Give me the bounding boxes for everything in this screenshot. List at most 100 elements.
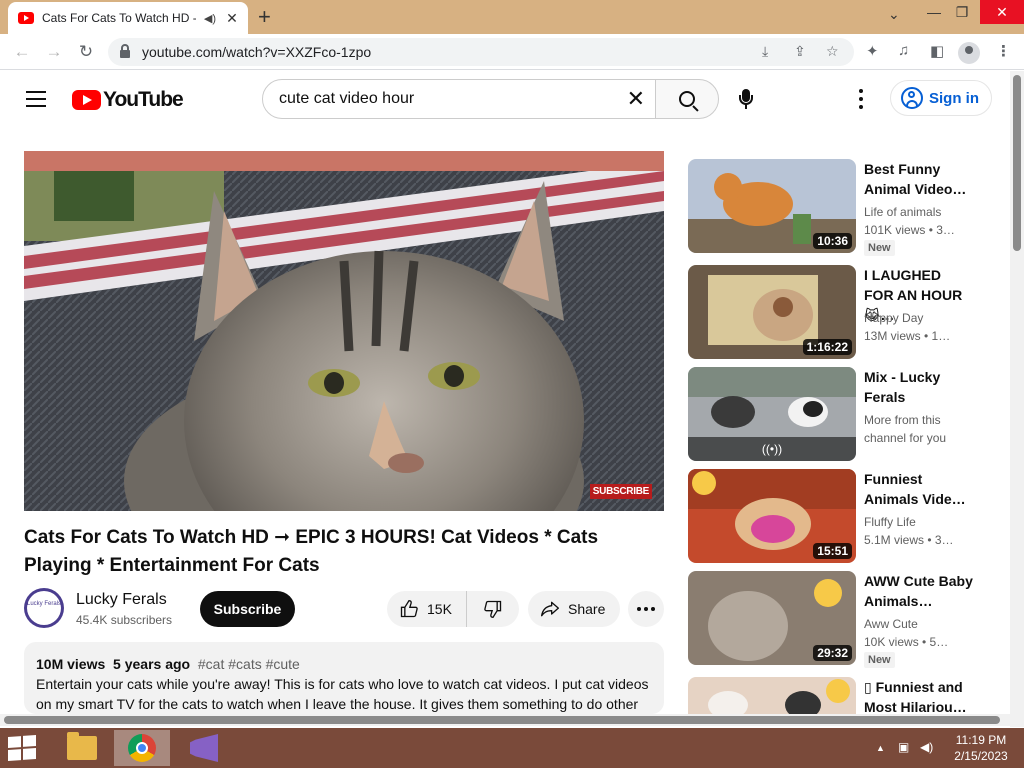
search-button[interactable]: [655, 79, 719, 119]
microphone-icon[interactable]: [738, 89, 754, 111]
volume-icon[interactable]: ◀): [920, 740, 933, 754]
recommendation-mix-item[interactable]: ((•)) Mix - Lucky Ferals More from this …: [688, 367, 988, 461]
subscribe-watermark[interactable]: SUBSCRIBE: [589, 484, 652, 499]
forward-arrow-icon[interactable]: →: [42, 40, 66, 64]
share-page-icon[interactable]: ⇪: [794, 43, 806, 60]
new-tab-button[interactable]: +: [258, 4, 271, 30]
more-actions-button[interactable]: [628, 591, 664, 627]
channel-avatar[interactable]: Lucky Ferals: [24, 588, 64, 628]
browser-titlebar: Cats For Cats To Watch HD - ◀) ✕ + ⌄ — ❐…: [0, 0, 1024, 34]
youtube-favicon-icon: [18, 12, 34, 24]
recommendation-thumbnail[interactable]: 15:51: [688, 469, 856, 563]
youtube-play-logo-icon: [72, 90, 101, 110]
thumbs-up-icon: [400, 599, 418, 618]
recommendation-title[interactable]: ▯ Funniest and Most Hilariou…: [864, 677, 974, 714]
horizontal-scrollbar[interactable]: [0, 714, 1010, 726]
recommendation-title[interactable]: Best Funny Animal Video…: [864, 159, 974, 199]
mix-thumbnail[interactable]: ((•)): [688, 367, 856, 461]
side-panel-icon[interactable]: ◧: [930, 42, 944, 60]
tab-title: Cats For Cats To Watch HD -: [42, 11, 196, 25]
share-label: Share: [568, 601, 606, 617]
hashtags[interactable]: #cat #cats #cute: [198, 656, 300, 672]
restore-button[interactable]: ❐: [944, 0, 980, 24]
media-control-icon[interactable]: ♫: [898, 42, 909, 59]
settings-more-icon[interactable]: [858, 89, 864, 109]
account-circle-icon: [901, 87, 923, 109]
new-badge: New: [864, 652, 895, 668]
file-explorer-taskbar-button[interactable]: [54, 730, 110, 766]
url-text[interactable]: youtube.com/watch?v=XXZFco-1zpo: [142, 44, 371, 60]
like-dislike-group: 15K: [387, 591, 519, 627]
system-clock[interactable]: 11:19 PM 2/15/2023: [946, 732, 1016, 764]
channel-subscribers: 45.4K subscribers: [76, 613, 173, 627]
window-close-button[interactable]: ✕: [980, 0, 1024, 24]
recommendation-views: channel for you: [864, 431, 947, 445]
search-input[interactable]: cute cat video hour ✕: [262, 79, 656, 119]
lock-icon[interactable]: [120, 44, 130, 58]
like-count: 15K: [427, 601, 452, 617]
reload-icon[interactable]: ↻: [74, 40, 98, 64]
speaker-icon[interactable]: ◀): [204, 12, 216, 25]
like-button[interactable]: 15K: [387, 591, 467, 627]
recommendation-channel[interactable]: Life of animals: [864, 203, 941, 221]
recommendation-thumbnail[interactable]: [688, 677, 856, 714]
recommendation-title[interactable]: AWW Cute Baby Animals…: [864, 571, 974, 611]
windows-taskbar: ▲ ▣ ◀) 11:19 PM 2/15/2023: [0, 728, 1024, 768]
video-duration: 10:36: [813, 233, 852, 249]
recommendation-item[interactable]: 10:36 Best Funny Animal Video… Life of a…: [688, 159, 988, 256]
install-icon[interactable]: ⤓: [762, 43, 768, 60]
dislike-button[interactable]: [467, 591, 519, 627]
sign-in-button[interactable]: Sign in: [890, 80, 992, 116]
extensions-icon[interactable]: ✦: [866, 42, 879, 60]
vertical-scrollbar[interactable]: [1010, 71, 1024, 727]
recommendation-channel: More from this: [864, 413, 941, 427]
address-bar[interactable]: youtube.com/watch?v=XXZFco-1zpo ⤓ ⇪ ☆: [108, 38, 854, 66]
recommendation-thumbnail[interactable]: 10:36: [688, 159, 856, 253]
youtube-header: YouTube cute cat video hour ✕ Sign in: [0, 71, 1010, 127]
description-box[interactable]: 10M views 5 years ago #cat #cats #cute E…: [24, 642, 664, 714]
browser-tab-active[interactable]: Cats For Cats To Watch HD - ◀) ✕: [8, 2, 248, 34]
recommendation-thumbnail[interactable]: 1:16:22: [688, 265, 856, 359]
windows-start-icon[interactable]: [8, 735, 36, 761]
recommendation-channel[interactable]: Happy Day: [864, 309, 923, 327]
visual-studio-taskbar-button[interactable]: [176, 730, 232, 766]
description-meta: 10M views 5 years ago #cat #cats #cute: [36, 654, 652, 674]
hamburger-menu-icon[interactable]: [26, 91, 46, 107]
browser-menu-icon[interactable]: ⋮: [996, 42, 1011, 60]
share-button[interactable]: Share: [528, 591, 620, 627]
vertical-scroll-thumb[interactable]: [1013, 75, 1021, 251]
view-count: 10M views: [36, 656, 106, 672]
video-frame-cat: [24, 151, 664, 511]
recommendation-item[interactable]: 15:51 Funniest Animals Vide… Fluffy Life…: [688, 469, 988, 563]
clear-search-icon[interactable]: ✕: [627, 88, 645, 110]
chrome-icon: [128, 734, 156, 762]
recommendation-views: 10K views • 5…: [864, 635, 949, 649]
recommendation-title[interactable]: Mix - Lucky Ferals: [864, 367, 974, 407]
recommendation-item[interactable]: 29:32 AWW Cute Baby Animals… Aww Cute 10…: [688, 571, 988, 668]
tab-close-button[interactable]: ✕: [224, 10, 240, 27]
recommendation-channel[interactable]: Aww Cute: [864, 615, 918, 633]
video-duration: 15:51: [813, 543, 852, 559]
back-arrow-icon[interactable]: ←: [10, 40, 34, 64]
video-player[interactable]: SUBSCRIBE: [24, 151, 664, 511]
network-icon[interactable]: ▣: [898, 740, 909, 754]
recommendation-thumbnail[interactable]: 29:32: [688, 571, 856, 665]
recommendation-channel[interactable]: Fluffy Life: [864, 513, 916, 531]
video-title: Cats For Cats To Watch HD ➞ EPIC 3 HOURS…: [24, 527, 599, 576]
channel-name[interactable]: Lucky Ferals: [76, 591, 167, 609]
recommendation-item[interactable]: 1:16:22 I LAUGHED FOR AN HOUR😹… Happy Da…: [688, 265, 988, 359]
search-query-text[interactable]: cute cat video hour: [279, 90, 655, 108]
recommendation-item[interactable]: ▯ Funniest and Most Hilariou…: [688, 677, 988, 714]
upload-age: 5 years ago: [113, 656, 191, 672]
profile-avatar-icon[interactable]: [958, 42, 980, 64]
recommendation-title[interactable]: Funniest Animals Vide…: [864, 469, 974, 509]
subscribe-button[interactable]: Subscribe: [200, 591, 295, 627]
youtube-logo[interactable]: YouTube: [72, 88, 184, 112]
bookmark-star-icon[interactable]: ☆: [826, 43, 839, 60]
tray-overflow-arrow-icon[interactable]: ▲: [876, 743, 885, 753]
chrome-taskbar-button[interactable]: [114, 730, 170, 766]
recommendation-views: 5.1M views • 3…: [864, 533, 954, 547]
tab-search-button[interactable]: ⌄: [888, 6, 900, 23]
new-badge: New: [864, 240, 895, 256]
horizontal-scroll-thumb[interactable]: [4, 716, 1000, 724]
